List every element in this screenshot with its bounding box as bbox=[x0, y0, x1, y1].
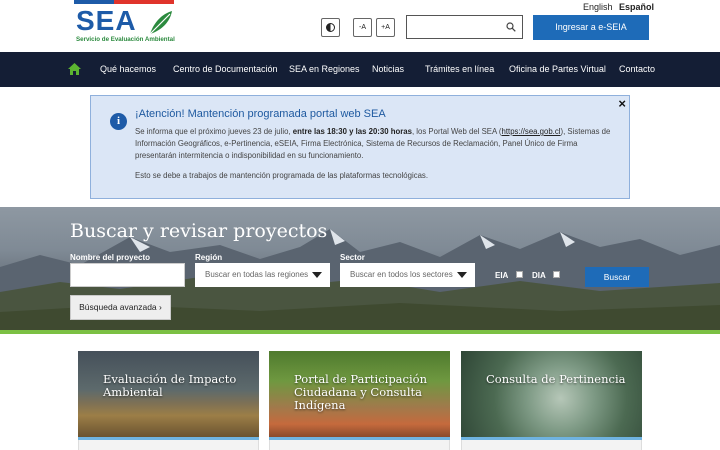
card-title: Evaluación de Impacto Ambiental bbox=[103, 372, 237, 399]
buscar-button[interactable]: Buscar bbox=[585, 267, 649, 287]
nav-item-tramites[interactable]: Trámites en línea bbox=[425, 64, 494, 74]
nav-item-centro-documentacion[interactable]: Centro de Documentación bbox=[173, 64, 278, 74]
language-english-link[interactable]: English bbox=[583, 2, 613, 12]
card-evaluacion-impacto[interactable]: Evaluación de Impacto Ambiental bbox=[78, 351, 259, 440]
language-spanish-link[interactable]: Español bbox=[619, 2, 654, 12]
info-icon: i bbox=[110, 113, 127, 130]
card-participacion-ciudadana[interactable]: Portal de Participación Ciudadana y Cons… bbox=[269, 351, 450, 440]
site-search-input[interactable] bbox=[407, 16, 502, 38]
close-icon[interactable]: × bbox=[618, 97, 626, 111]
project-name-field bbox=[70, 263, 185, 287]
card-footer bbox=[78, 440, 259, 450]
font-decrease-button[interactable]: -A bbox=[353, 18, 372, 37]
dia-label: DIA bbox=[532, 271, 546, 280]
alert-time-window: entre las 18:30 y las 20:30 horas bbox=[292, 127, 412, 136]
nav-item-noticias[interactable]: Noticias bbox=[372, 64, 404, 74]
sector-label: Sector bbox=[340, 253, 365, 262]
leaf-icon bbox=[149, 11, 172, 35]
sea-logo[interactable]: SEA Servicio de Evaluación Ambiental bbox=[72, 0, 176, 48]
alert-message: Se informa que el próximo jueves 23 de j… bbox=[135, 126, 620, 162]
alert-link[interactable]: https://sea.gob.cl bbox=[502, 127, 561, 136]
sector-select[interactable]: Buscar en todos los sectores bbox=[340, 263, 475, 287]
site-header: SEA Servicio de Evaluación Ambiental Eng… bbox=[0, 0, 720, 52]
region-select-value: Buscar en todas las regiones bbox=[205, 270, 309, 279]
maintenance-alert: × i ¡Atención! Mantención programada por… bbox=[90, 95, 630, 199]
chevron-down-icon bbox=[312, 272, 322, 278]
nav-item-que-hacemos[interactable]: Qué hacemos bbox=[100, 64, 156, 74]
card-footer bbox=[269, 440, 450, 450]
alert-text: Se informa que el próximo jueves 23 de j… bbox=[135, 127, 293, 136]
search-icon[interactable] bbox=[506, 22, 516, 32]
card-footer bbox=[461, 440, 642, 450]
dia-checkbox[interactable] bbox=[553, 271, 560, 278]
logo-subtitle: Servicio de Evaluación Ambiental bbox=[76, 36, 175, 43]
main-navigation: Qué hacemos Centro de Documentación SEA … bbox=[0, 52, 720, 87]
hero-accent-stripe bbox=[0, 330, 720, 334]
ingresar-eseia-button[interactable]: Ingresar a e-SEIA bbox=[533, 15, 649, 40]
sector-select-value: Buscar en todos los sectores bbox=[350, 270, 453, 279]
nav-item-oficina-partes[interactable]: Oficina de Partes Virtual bbox=[509, 64, 606, 74]
project-name-input[interactable] bbox=[71, 264, 184, 286]
nav-item-sea-regiones[interactable]: SEA en Regiones bbox=[289, 64, 360, 74]
alert-text: , los Portal Web del SEA ( bbox=[411, 127, 502, 136]
eia-label: EIA bbox=[495, 271, 509, 280]
alert-note: Esto se debe a trabajos de mantención pr… bbox=[135, 171, 428, 180]
card-image bbox=[461, 351, 642, 437]
chevron-down-icon bbox=[457, 272, 467, 278]
eia-checkbox[interactable] bbox=[516, 271, 523, 278]
region-select[interactable]: Buscar en todas las regiones bbox=[195, 263, 330, 287]
card-title: Consulta de Pertinencia bbox=[486, 372, 626, 386]
home-icon[interactable] bbox=[68, 63, 81, 75]
font-increase-button[interactable]: +A bbox=[376, 18, 395, 37]
nav-item-contacto[interactable]: Contacto bbox=[619, 64, 655, 74]
contrast-toggle-button[interactable] bbox=[321, 18, 340, 37]
project-name-label: Nombre del proyecto bbox=[70, 253, 151, 262]
card-title: Portal de Participación Ciudadana y Cons… bbox=[294, 372, 427, 412]
alert-title: ¡Atención! Mantención programada portal … bbox=[135, 108, 386, 120]
advanced-search-button[interactable]: Búsqueda avanzada › bbox=[70, 295, 171, 320]
region-label: Región bbox=[195, 253, 223, 262]
card-consulta-pertinencia[interactable]: Consulta de Pertinencia bbox=[461, 351, 642, 440]
project-search-title: Buscar y revisar proyectos bbox=[70, 220, 328, 242]
contrast-icon bbox=[326, 23, 335, 32]
logo-flag-stripe bbox=[74, 0, 174, 4]
site-search bbox=[406, 15, 523, 39]
logo-wordmark: SEA bbox=[76, 5, 137, 36]
